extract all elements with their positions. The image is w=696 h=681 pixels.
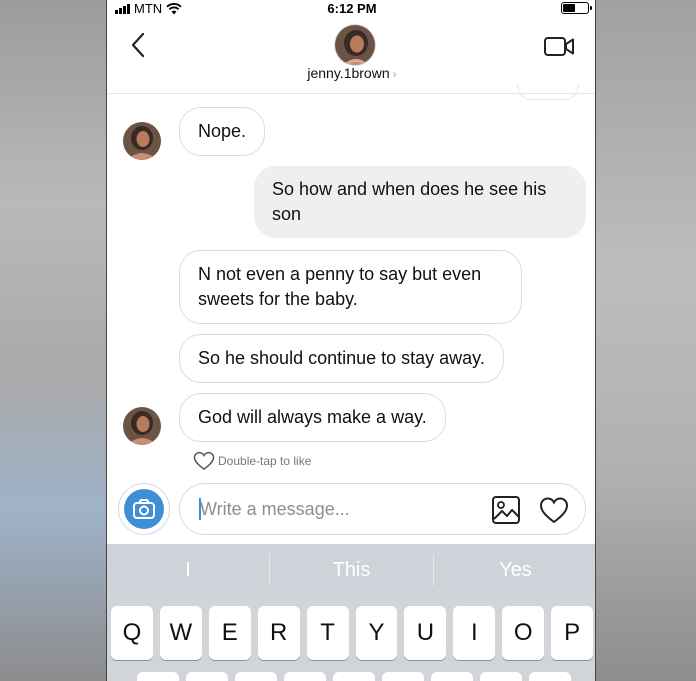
heart-icon[interactable]	[539, 495, 569, 525]
keyboard-key[interactable]	[529, 672, 571, 681]
previous-message-bubble	[517, 84, 579, 100]
status-bar: MTN 6:12 PM	[107, 0, 595, 18]
double-tap-like-hint[interactable]: Double-tap to like	[193, 451, 311, 471]
username-link[interactable]: jenny.1brown ›	[107, 65, 595, 81]
keyboard-key[interactable]	[333, 672, 375, 681]
sender-avatar[interactable]	[123, 407, 161, 445]
key-y[interactable]: Y	[355, 606, 398, 660]
sender-avatar[interactable]	[123, 122, 161, 160]
keyboard: I This Yes QWERTYUIOP	[107, 544, 595, 681]
keyboard-row-2	[137, 672, 577, 681]
message-bubble-incoming[interactable]: God will always make a way.	[179, 393, 446, 442]
message-composer: Write a message...	[107, 476, 595, 544]
suggestion-3[interactable]: Yes	[434, 544, 595, 596]
keyboard-row-1: QWERTYUIOP	[111, 606, 594, 660]
keyboard-key[interactable]	[186, 672, 228, 681]
profile-photo-icon	[123, 407, 161, 445]
keyboard-key[interactable]	[235, 672, 277, 681]
message-bubble-incoming[interactable]: N not even a penny to say but even sweet…	[179, 250, 522, 324]
key-w[interactable]: W	[159, 606, 202, 660]
key-q[interactable]: Q	[111, 606, 153, 660]
key-i[interactable]: I	[453, 606, 496, 660]
profile-photo-icon	[123, 122, 161, 160]
header-avatar[interactable]	[334, 24, 376, 66]
message-bubble-incoming[interactable]: Nope.	[179, 107, 266, 156]
key-r[interactable]: R	[257, 606, 300, 660]
message-bubble-outgoing[interactable]: So how and when does he see his son	[254, 166, 586, 238]
username-text: jenny.1brown	[307, 65, 390, 81]
key-t[interactable]: T	[306, 606, 349, 660]
blurred-background-left	[0, 0, 106, 681]
heart-outline-icon	[193, 451, 215, 471]
predictive-bar: I This Yes	[107, 544, 595, 596]
phone-screen: MTN 6:12 PM jenny.1brown › Nope. So how …	[106, 0, 596, 681]
suggestion-1[interactable]: I	[107, 544, 269, 596]
key-u[interactable]: U	[404, 606, 447, 660]
keyboard-key[interactable]	[137, 672, 179, 681]
battery-fill	[563, 4, 575, 12]
keyboard-key[interactable]	[284, 672, 326, 681]
key-p[interactable]: P	[551, 606, 594, 660]
back-chevron-icon[interactable]	[127, 30, 151, 60]
key-o[interactable]: O	[502, 606, 545, 660]
chevron-right-icon: ›	[392, 67, 397, 81]
blurred-background-right	[596, 0, 696, 681]
keyboard-key[interactable]	[480, 672, 522, 681]
video-call-icon[interactable]	[543, 34, 575, 58]
chat-header: jenny.1brown ›	[107, 18, 595, 94]
camera-button[interactable]	[118, 483, 170, 535]
key-e[interactable]: E	[208, 606, 251, 660]
camera-button-fill	[124, 489, 164, 529]
message-bubble-incoming[interactable]: So he should continue to stay away.	[179, 334, 504, 383]
gallery-image-icon[interactable]	[491, 495, 521, 525]
battery-icon	[561, 2, 592, 14]
keyboard-key[interactable]	[431, 672, 473, 681]
status-time: 6:12 PM	[327, 1, 377, 16]
suggestion-2[interactable]: This	[270, 544, 433, 596]
camera-icon	[133, 499, 155, 519]
message-input[interactable]: Write a message...	[179, 483, 586, 535]
keyboard-key[interactable]	[382, 672, 424, 681]
profile-photo-icon	[335, 25, 375, 65]
message-input-placeholder: Write a message...	[200, 499, 350, 519]
like-hint-text: Double-tap to like	[218, 454, 312, 468]
